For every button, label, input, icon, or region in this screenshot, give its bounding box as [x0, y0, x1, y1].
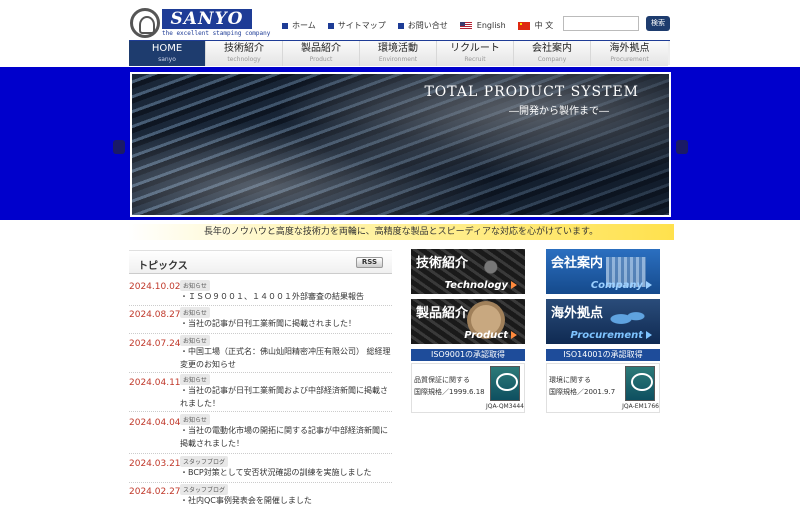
nav-company[interactable]: 会社案内 Company — [514, 41, 591, 66]
topic-item[interactable]: 2024.04.04 お知らせ 当社の電動化市場の開拓に関する記事が中部経済新聞… — [129, 414, 392, 454]
china-flag-icon — [517, 21, 530, 30]
search-button[interactable]: 検索 — [646, 16, 670, 31]
main-nav: HOME sanyo 技術紹介 technology 製品紹介 Product 環境活… — [129, 40, 670, 66]
nav-technology[interactable]: 技術紹介 technology — [206, 41, 283, 66]
rss-button[interactable]: RSS — [356, 257, 383, 268]
square-bullet-icon — [282, 22, 288, 29]
nav-home[interactable]: HOME sanyo — [129, 41, 206, 66]
nav-procurement[interactable]: 海外拠点 Procurement — [591, 41, 668, 66]
iso9001-heading[interactable]: ISO9001の承認取得 — [411, 349, 525, 361]
banner-arrow-icon: Company — [587, 279, 656, 291]
nav-environment[interactable]: 環境活動 Environment — [360, 41, 437, 66]
banner-arrow-icon: Procurement — [566, 329, 656, 341]
search-input[interactable] — [563, 16, 639, 31]
hero-slide-image: TOTAL PRODUCT SYSTEM ―開発から製作まで― — [130, 72, 671, 217]
square-bullet-icon — [327, 22, 334, 29]
procurement-banner[interactable]: 海外拠点 Procurement — [546, 299, 660, 344]
jqa-certification-icon — [625, 366, 655, 401]
nav-product[interactable]: 製品紹介 Product — [283, 41, 360, 66]
sanyo-logo[interactable]: SANYO the excellent stamping company — [130, 8, 270, 38]
home-link[interactable]: ホーム — [282, 20, 316, 31]
topics-panel: トピックス RSS 2024.10.02 お知らせ ＩＳＯ９００１、１４００１外… — [129, 250, 392, 505]
sitemap-link[interactable]: サイトマップ — [327, 20, 386, 31]
iso9001-box: 品質保証に関する 国際規格／1999.6.18 JQA-QM3444 — [411, 363, 525, 413]
chinese-link[interactable]: 中 文 — [517, 20, 553, 31]
slider-prev-arrow-icon[interactable] — [113, 140, 125, 154]
hero-subtitle: ―開発から製作まで― — [509, 106, 609, 117]
topic-item[interactable]: 2024.02.27 スタッフブログ 社内QC事例発表会を開催しました — [129, 484, 392, 510]
logo-tagline: the excellent stamping company — [162, 30, 271, 37]
english-link[interactable]: English — [459, 21, 506, 30]
banner-arrow-icon: Technology — [441, 279, 521, 291]
jqa-certification-icon — [490, 366, 520, 401]
us-flag-icon — [459, 21, 472, 30]
technology-banner[interactable]: 技術紹介 Technology — [411, 249, 525, 294]
iso14001-box: 環境に関する 国際規格／2001.9.7 JQA-EM1766 — [546, 363, 660, 413]
banner-arrow-icon: Product — [460, 329, 521, 341]
product-banner[interactable]: 製品紹介 Product — [411, 299, 525, 344]
topics-title: トピックス — [138, 261, 188, 272]
topic-item[interactable]: 2024.03.21 スタッフブログ BCP対策として安否状況確認の訓練を実施し… — [129, 456, 392, 483]
contact-link[interactable]: お問い合せ — [397, 20, 448, 31]
company-banner[interactable]: 会社案内 Company — [546, 249, 660, 294]
tagline: 長年のノウハウと高度な技術力を両輪に、高精度な製品とスピーディアな対応を心がけて… — [128, 224, 674, 240]
logo-text: SANYO — [162, 9, 252, 29]
topic-item[interactable]: 2024.07.24 お知らせ 中国工場（正式名：佛山灿阳精密冲压有限公司） 総… — [129, 335, 392, 373]
logo-mark-icon — [130, 8, 160, 38]
hero-title: TOTAL PRODUCT SYSTEM — [424, 84, 639, 100]
topic-item[interactable]: 2024.08.27 お知らせ 当社の記事が日刊工業新聞に掲載されました！ — [129, 307, 392, 334]
topic-item[interactable]: 2024.04.11 お知らせ 当社の記事が日刊工業新聞および中部経済新聞に掲載… — [129, 374, 392, 412]
topic-item[interactable]: 2024.10.02 お知らせ ＩＳＯ９００１、１４００１外部審査の結果報告 — [129, 280, 392, 306]
slider-next-arrow-icon[interactable] — [676, 140, 688, 154]
topics-header: トピックス RSS — [129, 250, 392, 274]
square-bullet-icon — [397, 22, 404, 29]
site-header: SANYO the excellent stamping company ホーム… — [0, 0, 800, 40]
top-links: ホーム サイトマップ お問い合せ English 中 文 — [282, 20, 565, 31]
iso14001-heading[interactable]: ISO14001の承認取得 — [546, 349, 660, 361]
nav-recruit[interactable]: リクルート Recruit — [437, 41, 514, 66]
